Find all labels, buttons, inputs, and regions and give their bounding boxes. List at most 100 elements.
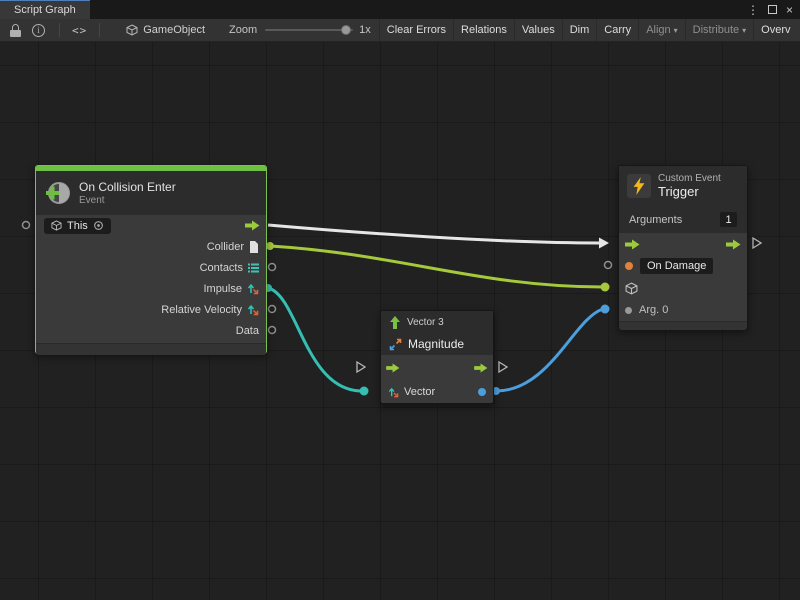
port-arg0-in[interactable] <box>601 305 610 314</box>
port-trigger-flow-out[interactable] <box>753 238 761 248</box>
maximize-icon[interactable] <box>768 5 777 14</box>
row-relative-velocity[interactable]: Relative Velocity <box>36 299 266 320</box>
node-footer <box>36 344 266 355</box>
port-vector-in[interactable] <box>360 387 369 396</box>
align-dropdown[interactable]: Align▾ <box>638 19 684 42</box>
relations-button[interactable]: Relations <box>453 19 514 42</box>
distribute-dropdown[interactable]: Distribute▾ <box>685 19 753 42</box>
row-collider[interactable]: Collider <box>36 236 266 257</box>
wire-collider[interactable] <box>270 246 603 287</box>
row-event-name[interactable]: On Damage <box>619 255 747 277</box>
menu-icon[interactable]: ⋮ <box>747 4 759 16</box>
row-target[interactable] <box>619 277 747 299</box>
wire-flow-arrowhead <box>599 238 609 249</box>
chevron-down-icon: ▾ <box>742 26 746 35</box>
node-category: Custom Event <box>658 173 721 184</box>
string-port-dot[interactable] <box>625 262 633 270</box>
chevron-down-icon: ▾ <box>674 26 678 35</box>
port-contacts-out[interactable] <box>269 264 276 271</box>
arguments-field[interactable]: 1 <box>720 212 737 227</box>
close-icon[interactable]: × <box>786 4 793 16</box>
node-title: Vector 3 <box>407 317 444 328</box>
port-collider-out[interactable] <box>266 242 274 250</box>
lock-icon[interactable] <box>10 24 22 37</box>
flow-out-arrow-icon[interactable] <box>245 220 260 231</box>
cube-icon <box>51 220 62 231</box>
carry-button[interactable]: Carry <box>596 19 638 42</box>
graph-toolbar: i <> GameObject Zoom 1x Clear Errors Rel… <box>0 19 800 42</box>
wire-magnitude[interactable] <box>496 309 603 391</box>
graph-canvas[interactable]: On Collision Enter Event This Collider <box>0 42 800 600</box>
port-label: Impulse <box>203 283 242 295</box>
target-picker-icon[interactable] <box>93 220 104 231</box>
port-vector-flow-in[interactable] <box>357 362 365 372</box>
vector3-icon <box>247 304 259 316</box>
wire-impulse[interactable] <box>268 288 362 391</box>
port-event-name-in[interactable] <box>605 262 612 269</box>
values-button[interactable]: Values <box>514 19 562 42</box>
row-flow <box>619 233 747 255</box>
port-relative-velocity-out[interactable] <box>269 306 276 313</box>
vector3-icon <box>388 387 399 398</box>
vector3-icon <box>247 283 259 295</box>
node-title: Trigger <box>658 184 721 199</box>
row-vector-input[interactable]: Vector <box>381 381 493 403</box>
node-on-collision-enter[interactable]: On Collision Enter Event This Collider <box>35 165 267 354</box>
node-header[interactable]: Vector 3 Magnitude <box>381 311 493 355</box>
flow-in-arrow-icon[interactable] <box>386 363 400 373</box>
overview-button[interactable]: Overv <box>753 19 797 42</box>
list-icon <box>248 263 259 273</box>
event-icon <box>45 180 71 206</box>
row-impulse[interactable]: Impulse <box>36 278 266 299</box>
node-vector3-magnitude[interactable]: Vector 3 Magnitude <box>380 310 494 404</box>
window-controls: ⋮ × <box>747 0 800 19</box>
row-contacts[interactable]: Contacts <box>36 257 266 278</box>
node-subtitle: Event <box>79 195 176 206</box>
port-data-out[interactable] <box>269 327 276 334</box>
gameobject-chip[interactable]: GameObject <box>126 24 205 36</box>
clear-errors-button[interactable]: Clear Errors <box>379 19 453 42</box>
zoom-slider[interactable] <box>265 23 353 37</box>
row-this: This <box>36 215 266 236</box>
document-icon <box>249 241 259 253</box>
port-label: Vector <box>404 386 435 398</box>
row-flow <box>381 355 493 381</box>
magnitude-out-dot[interactable] <box>478 388 486 396</box>
row-arg0[interactable]: Arg. 0 <box>619 299 747 321</box>
code-icon[interactable]: <> <box>72 24 87 37</box>
flow-out-arrow-icon[interactable] <box>474 363 488 373</box>
tab-label: Script Graph <box>14 4 76 16</box>
port-label: Data <box>236 325 259 337</box>
node-header[interactable]: On Collision Enter Event <box>36 171 266 215</box>
target-value: This <box>67 220 88 232</box>
node-subtitle: Magnitude <box>408 337 464 351</box>
port-target-in[interactable] <box>601 283 610 292</box>
cube-icon <box>625 282 638 295</box>
row-data[interactable]: Data <box>36 320 266 341</box>
cube-icon <box>126 24 138 36</box>
toolbar-separator <box>99 23 100 37</box>
unity-script-graph-window: Script Graph ⋮ × i <> GameObject Zoom 1x… <box>0 0 800 600</box>
event-name-field[interactable]: On Damage <box>640 258 713 274</box>
flow-out-arrow-icon[interactable] <box>726 239 741 250</box>
arg0-port-dot[interactable] <box>625 307 632 314</box>
row-arguments: Arguments 1 <box>619 206 747 233</box>
info-icon[interactable]: i <box>32 24 45 37</box>
port-this-in[interactable] <box>23 222 30 229</box>
port-label: Arg. 0 <box>639 304 668 316</box>
gameobject-label: GameObject <box>143 24 205 36</box>
tab-script-graph[interactable]: Script Graph <box>0 0 90 19</box>
flow-in-arrow-icon[interactable] <box>625 239 640 250</box>
port-label: Contacts <box>200 262 243 274</box>
port-vector-flow-out[interactable] <box>499 362 507 372</box>
node-trigger-custom-event[interactable]: Custom Event Trigger Arguments 1 On Dama… <box>618 165 748 330</box>
tab-bar: Script Graph ⋮ × <box>0 0 800 19</box>
zoom-slider-handle[interactable] <box>341 25 351 35</box>
node-header[interactable]: Custom Event Trigger <box>619 166 747 206</box>
zoom-slider-track[interactable] <box>265 29 353 31</box>
vector3-arrow-icon <box>389 316 401 329</box>
target-field[interactable]: This <box>44 218 111 234</box>
wire-flow[interactable] <box>268 225 599 243</box>
magnitude-icon <box>389 338 402 351</box>
dim-button[interactable]: Dim <box>562 19 597 42</box>
